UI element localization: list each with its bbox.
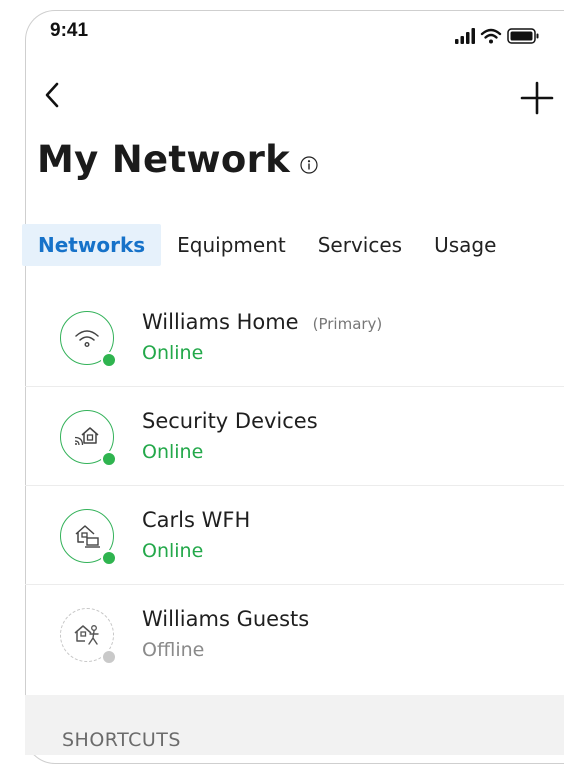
add-network-button[interactable] <box>504 78 564 118</box>
network-icon <box>60 608 117 665</box>
offline-status-dot <box>101 649 117 665</box>
shortcuts-heading: SHORTCUTS <box>62 729 181 751</box>
title-row: My Network <box>37 138 318 181</box>
network-icon <box>60 410 117 467</box>
network-row-williams-home[interactable]: Williams Home (Primary) Online <box>25 288 564 387</box>
wifi-icon <box>75 330 99 348</box>
cellular-signal-icon <box>455 28 475 44</box>
online-status-dot <box>101 550 117 566</box>
tab-services[interactable]: Services <box>302 224 418 266</box>
status-time: 9:41 <box>50 20 89 41</box>
network-status: Offline <box>142 639 205 661</box>
network-status: Online <box>142 540 204 562</box>
network-name: Williams Guests <box>142 607 310 631</box>
shortcuts-section: SHORTCUTS <box>25 695 564 755</box>
network-status: Online <box>142 441 204 463</box>
wifi-signal-icon <box>480 28 502 44</box>
tab-networks[interactable]: Networks <box>22 224 162 266</box>
tab-bar: Networks Equipment Services Usage <box>22 222 512 268</box>
network-name: Security Devices <box>142 409 318 433</box>
tab-usage[interactable]: Usage <box>418 224 512 266</box>
primary-tag: (Primary) <box>312 315 383 333</box>
tab-equipment[interactable]: Equipment <box>161 224 302 266</box>
network-icon <box>60 509 117 566</box>
online-status-dot <box>101 352 117 368</box>
page-title: My Network <box>37 138 291 181</box>
network-name: Carls WFH <box>142 508 251 532</box>
back-chevron-icon[interactable] <box>39 78 67 112</box>
home-office-icon <box>75 525 100 548</box>
network-icon <box>60 311 117 368</box>
status-icons <box>455 28 539 44</box>
info-icon[interactable] <box>300 155 318 174</box>
network-status: Online <box>142 342 204 364</box>
network-list: Williams Home (Primary) Online Security D… <box>25 288 564 683</box>
battery-icon <box>507 28 539 44</box>
network-row-security-devices[interactable]: Security Devices Online <box>25 387 564 486</box>
network-row-williams-guests[interactable]: Williams Guests Offline <box>25 585 564 683</box>
security-home-icon <box>74 427 99 446</box>
online-status-dot <box>101 451 117 467</box>
network-row-carls-wfh[interactable]: Carls WFH Online <box>25 486 564 585</box>
network-name: Williams Home <box>142 310 299 334</box>
guest-home-icon <box>74 625 99 645</box>
